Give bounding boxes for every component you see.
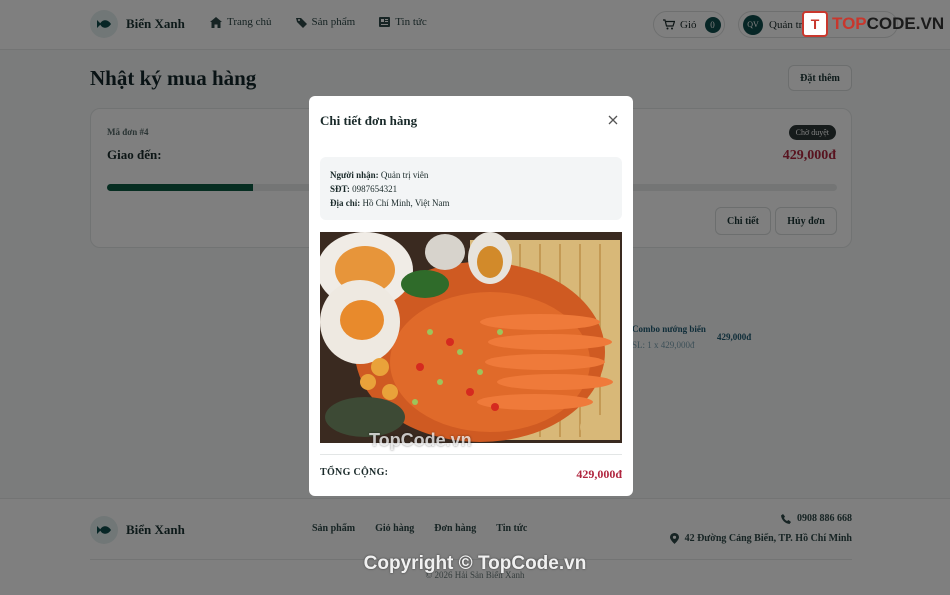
modal-divider xyxy=(320,454,622,455)
product-image xyxy=(320,232,622,443)
watermark-logo-mark: T xyxy=(802,11,828,37)
phone-row: SĐT: 0987654321 xyxy=(330,182,612,196)
recipient-row: Người nhận: Quản trị viên xyxy=(330,168,612,182)
close-icon[interactable] xyxy=(607,114,619,126)
watermark-copyright: Copyright © TopCode.vn xyxy=(363,553,587,574)
recipient-info: Người nhận: Quản trị viên SĐT: 098765432… xyxy=(320,157,622,220)
watermark-logo-vn: .VN xyxy=(915,14,945,33)
phone-value: 0987654321 xyxy=(352,184,398,194)
watermark-center: TopCode.vn xyxy=(369,430,472,450)
total-label: TỔNG CỘNG: xyxy=(320,467,389,478)
phone-label: SĐT: xyxy=(330,184,350,194)
modal-title: Chi tiết đơn hàng xyxy=(320,113,418,128)
total-value: 429,000đ xyxy=(576,467,622,481)
address-label: Địa chỉ: xyxy=(330,198,361,208)
address-row: Địa chỉ: Hồ Chí Minh, Việt Nam xyxy=(330,196,612,210)
watermark-logo-text: TOPCODE.VN xyxy=(832,14,944,34)
watermark-logo: T TOPCODE.VN xyxy=(802,11,944,37)
watermark-logo-top: TOP xyxy=(832,14,867,33)
recipient-label: Người nhận: xyxy=(330,170,379,180)
watermark-logo-code: CODE xyxy=(866,14,916,33)
address-value: Hồ Chí Minh, Việt Nam xyxy=(362,198,450,208)
recipient-value: Quản trị viên xyxy=(380,170,429,180)
